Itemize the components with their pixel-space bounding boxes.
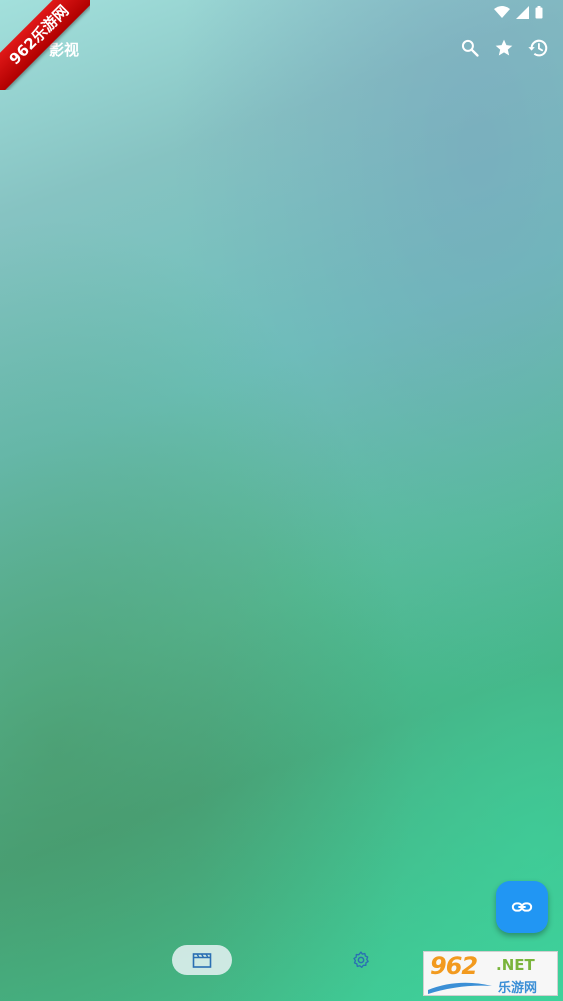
nav-item-movies[interactable] [172, 945, 232, 975]
search-button[interactable] [459, 37, 481, 59]
add-link-fab[interactable] [496, 881, 548, 933]
search-icon [461, 39, 479, 57]
signal-icon [516, 5, 529, 19]
logo-number: 962 [430, 952, 478, 980]
site-logo-watermark: 962 .NET 乐游网 [423, 951, 558, 996]
status-bar [494, 0, 563, 24]
app-background [0, 0, 563, 1001]
link-icon [511, 902, 533, 912]
history-icon [528, 39, 548, 57]
nav-item-settings[interactable] [346, 945, 376, 975]
favorites-button[interactable] [493, 37, 515, 59]
logo-swoosh-icon [428, 982, 492, 994]
watermark-ribbon-text: 962乐游网 [0, 0, 90, 90]
logo-domain: .NET [496, 956, 535, 974]
battery-icon [535, 5, 543, 18]
settings-gear-icon [353, 951, 369, 968]
wifi-icon [494, 6, 510, 18]
movie-clapper-icon [192, 953, 212, 968]
logo-chinese-name: 乐游网 [498, 981, 538, 996]
watermark-ribbon: 962乐游网 [0, 0, 90, 90]
star-icon [495, 39, 513, 56]
history-button[interactable] [527, 37, 549, 59]
app-bar-actions [459, 37, 549, 59]
